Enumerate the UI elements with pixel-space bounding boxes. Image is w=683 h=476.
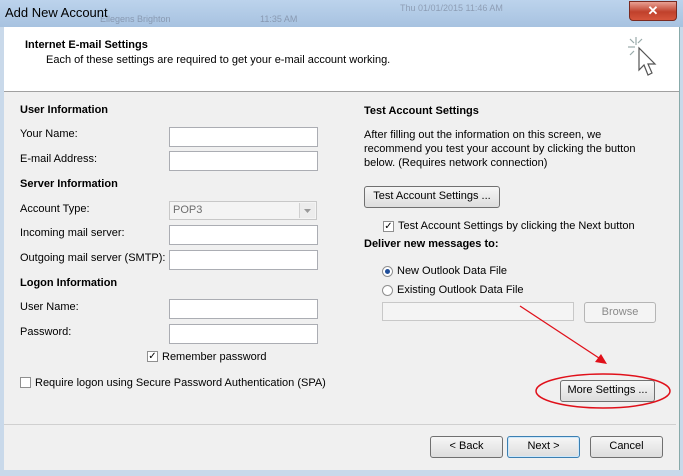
chevron-down-icon xyxy=(299,203,315,218)
wizard-cursor-icon xyxy=(624,33,664,81)
password-label: Password: xyxy=(20,326,72,338)
email-input[interactable] xyxy=(169,151,318,171)
cancel-button[interactable]: Cancel xyxy=(590,436,663,458)
footer-divider xyxy=(4,424,676,425)
username-input[interactable] xyxy=(169,299,318,319)
annotation-ellipse xyxy=(535,373,671,409)
incoming-server-input[interactable] xyxy=(169,225,318,245)
close-icon: ✕ xyxy=(647,3,659,18)
background-text: Ellegens Brighton xyxy=(100,14,171,24)
next-button[interactable]: Next > xyxy=(507,436,580,458)
background-text: Thu 01/01/2015 11:46 AM xyxy=(400,3,503,13)
outgoing-server-label: Outgoing mail server (SMTP): xyxy=(20,252,166,264)
user-info-heading: User Information xyxy=(20,104,109,116)
close-button[interactable]: ✕ xyxy=(629,1,677,21)
test-next-label: Test Account Settings by clicking the Ne… xyxy=(398,220,635,232)
your-name-label: Your Name: xyxy=(20,128,78,140)
your-name-input[interactable] xyxy=(169,127,318,147)
new-data-file-radio[interactable] xyxy=(382,266,393,277)
outgoing-server-input[interactable] xyxy=(169,250,318,270)
spa-checkbox[interactable] xyxy=(20,377,31,388)
deliver-heading: Deliver new messages to: xyxy=(364,238,499,250)
server-info-heading: Server Information xyxy=(20,178,118,190)
test-settings-description: After filling out the information on thi… xyxy=(364,129,636,169)
back-button[interactable]: < Back xyxy=(430,436,503,458)
header-title: Internet E-mail Settings xyxy=(25,39,148,51)
test-account-settings-button[interactable]: Test Account Settings ... xyxy=(364,186,500,208)
annotation-arrow xyxy=(519,305,607,364)
spa-label: Require logon using Secure Password Auth… xyxy=(35,377,326,389)
account-type-select[interactable]: POP3 xyxy=(169,201,317,220)
remember-password-checkbox[interactable]: ✓ xyxy=(147,351,158,362)
header-subtitle: Each of these settings are required to g… xyxy=(46,54,391,66)
account-type-value: POP3 xyxy=(173,204,203,216)
email-label: E-mail Address: xyxy=(20,153,98,165)
background-text: 11:35 AM xyxy=(260,14,298,24)
incoming-server-label: Incoming mail server: xyxy=(20,227,125,239)
account-type-label: Account Type: xyxy=(20,203,90,215)
existing-data-file-radio[interactable] xyxy=(382,285,393,296)
existing-data-file-label: Existing Outlook Data File xyxy=(397,284,524,296)
password-input[interactable] xyxy=(169,324,318,344)
test-next-checkbox[interactable]: ✓ xyxy=(383,221,394,232)
window-title: Add New Account xyxy=(5,5,108,20)
new-data-file-label: New Outlook Data File xyxy=(397,265,508,277)
logon-info-heading: Logon Information xyxy=(20,277,118,289)
remember-password-label: Remember password xyxy=(162,351,267,363)
username-label: User Name: xyxy=(20,301,79,313)
background-window-text: Thu 01/01/2015 11:46 AM Ellegens Brighto… xyxy=(100,0,520,27)
window-bottom-edge xyxy=(0,470,683,476)
test-settings-heading: Test Account Settings xyxy=(364,105,479,117)
